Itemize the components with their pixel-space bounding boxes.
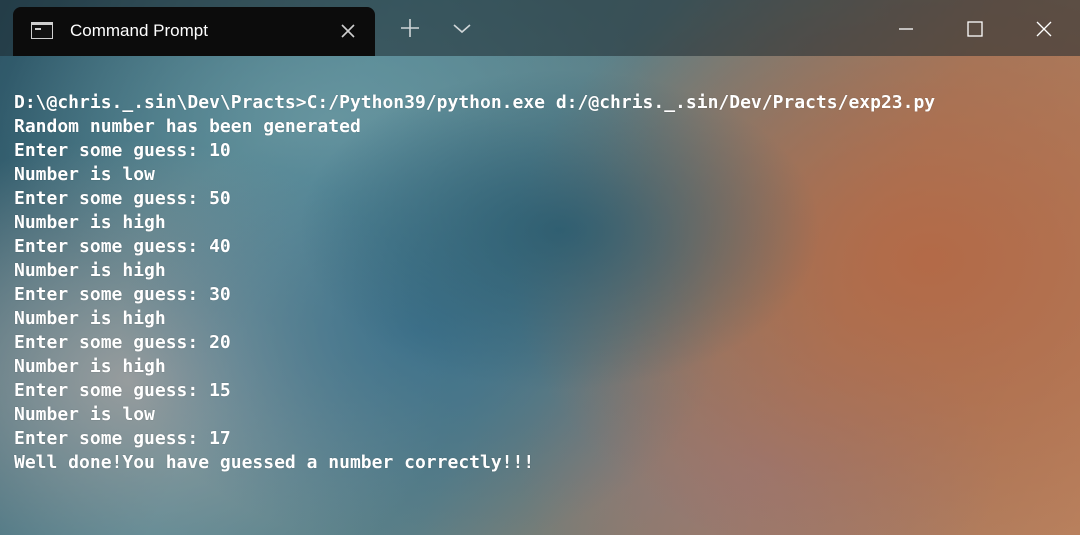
terminal-line: Random number has been generated: [14, 116, 361, 137]
terminal-line: Number is high: [14, 212, 166, 233]
terminal-line: Enter some guess: 50: [14, 188, 231, 209]
terminal-line: Number is high: [14, 356, 166, 377]
new-tab-icon[interactable]: [398, 16, 422, 40]
terminal-line: Enter some guess: 30: [14, 284, 231, 305]
terminal-line: Number is high: [14, 308, 166, 329]
tab-close-icon[interactable]: [339, 22, 357, 40]
terminal-line: Enter some guess: 10: [14, 140, 231, 161]
terminal-line: Number is low: [14, 404, 155, 425]
minimize-icon[interactable]: [891, 14, 921, 44]
title-bar[interactable]: Command Prompt: [0, 0, 1080, 56]
terminal-line: Number is high: [14, 260, 166, 281]
terminal-line: Enter some guess: 20: [14, 332, 231, 353]
maximize-icon[interactable]: [960, 14, 990, 44]
close-icon[interactable]: [1029, 14, 1059, 44]
terminal-line: Enter some guess: 17: [14, 428, 231, 449]
terminal-line: Number is low: [14, 164, 155, 185]
terminal-line: Enter some guess: 40: [14, 236, 231, 257]
dropdown-chevron-icon[interactable]: [450, 16, 474, 40]
terminal-line: Well done!You have guessed a number corr…: [14, 452, 535, 473]
terminal-line: Enter some guess: 15: [14, 380, 231, 401]
terminal-line-command: D:\@chris._.sin\Dev\Practs>C:/Python39/p…: [14, 92, 936, 113]
tab-command-prompt[interactable]: Command Prompt: [13, 7, 375, 56]
tab-title: Command Prompt: [70, 21, 208, 40]
command-prompt-window: Command Prompt D:\@chris._.sin\Dev\Pract…: [0, 0, 1080, 535]
terminal-output[interactable]: D:\@chris._.sin\Dev\Practs>C:/Python39/p…: [14, 91, 935, 475]
terminal-icon: [31, 22, 53, 39]
